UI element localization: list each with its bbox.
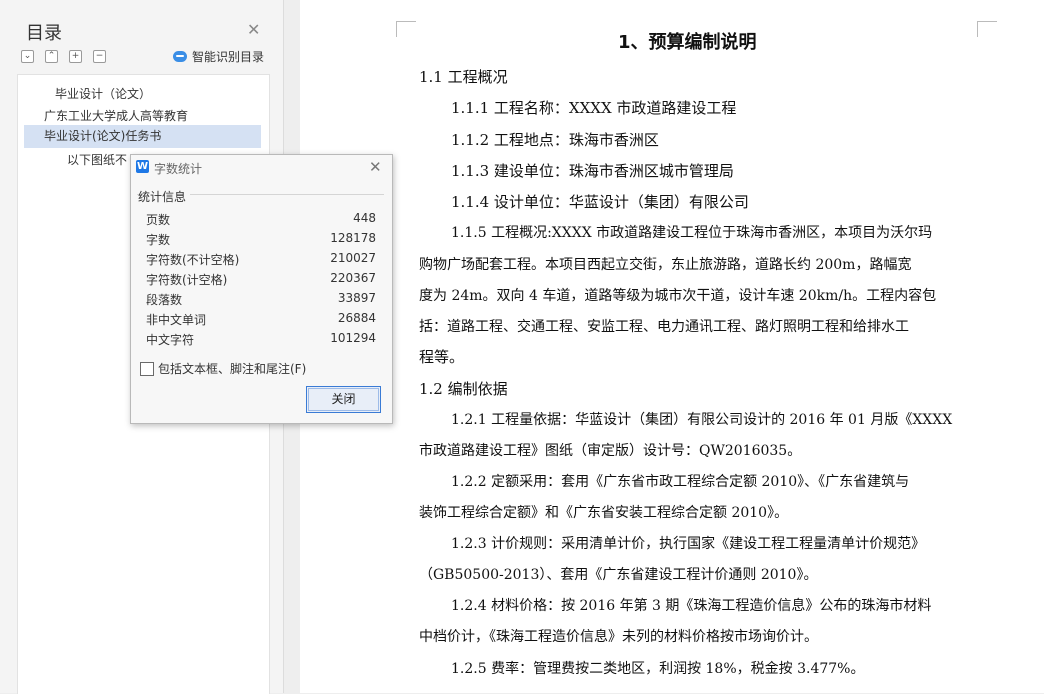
stat-label: 非中文单词 xyxy=(146,313,207,327)
stat-row: 字数 128178 xyxy=(146,231,376,251)
wps-app-icon: W xyxy=(136,160,149,173)
checkbox-label[interactable]: 包括文本框、脚注和尾注(F) xyxy=(158,360,306,377)
doc-line: 1.1.1 工程名称：XXXX 市政道路建设工程 xyxy=(451,99,737,117)
toc-item[interactable]: 毕业设计（论文） xyxy=(55,85,151,102)
stat-row: 中文字符 101294 xyxy=(146,331,376,351)
stat-label: 页数 xyxy=(146,213,171,227)
toc-item[interactable]: 以下图纸不 xyxy=(67,151,127,168)
stat-label: 字数 xyxy=(146,233,171,247)
stat-label: 段落数 xyxy=(146,293,183,307)
document-heading: 1、预算编制说明 xyxy=(618,32,757,53)
toc-item[interactable]: 广东工业大学成人高等教育 xyxy=(44,107,188,124)
stat-value: 33897 xyxy=(337,291,376,305)
stat-value: 26884 xyxy=(337,311,376,325)
close-button[interactable]: 关闭 xyxy=(306,386,381,413)
margin-mark xyxy=(977,21,978,37)
doc-line: 1.1 工程概况 xyxy=(419,68,508,86)
doc-line: 1.2.2 定额采用：套用《广东省市政工程综合定额 2010》、《广东省建筑与 xyxy=(451,474,910,490)
doc-line: 1.1.5 工程概况:XXXX 市政道路建设工程位于珠海市香洲区，本项目为沃尔玛 xyxy=(451,225,933,241)
ai-toc-icon xyxy=(173,51,187,62)
word-count-dialog: W 字数统计 ✕ 统计信息 页数 448 字数 128178 字符数(不计空格)… xyxy=(130,154,393,424)
remove-heading-icon[interactable]: − xyxy=(93,50,106,63)
doc-line: 市政道路建设工程》图纸（审定版）设计号：QW2016035。 xyxy=(419,443,802,459)
dialog-close-icon[interactable]: ✕ xyxy=(369,158,382,176)
stat-row: 字符数(不计空格) 210027 xyxy=(146,251,376,271)
doc-line: 1.2.1 工程量依据：华蓝设计（集团）有限公司设计的 2016 年 01 月版… xyxy=(451,412,953,428)
include-textbox-checkbox[interactable] xyxy=(140,362,154,376)
margin-mark xyxy=(977,21,997,22)
collapse-all-icon[interactable]: ⌄ xyxy=(21,50,34,63)
doc-line: 程等。 xyxy=(419,348,465,366)
stat-value: 101294 xyxy=(330,331,376,345)
stat-row: 段落数 33897 xyxy=(146,291,376,311)
sidebar-title: 目录 xyxy=(26,23,62,44)
doc-line: 1.1.2 工程地点：珠海市香洲区 xyxy=(451,131,659,149)
toc-item-selected[interactable]: 毕业设计(论文)任务书 xyxy=(24,125,261,148)
smart-toc-label: 智能识别目录 xyxy=(192,50,265,64)
dialog-title: 字数统计 xyxy=(154,162,203,176)
stat-value: 448 xyxy=(353,211,376,225)
doc-line: 中档价计，《珠海工程造价信息》未列的材料价格按市场询价计。 xyxy=(419,629,818,645)
expand-all-icon[interactable]: ⌃ xyxy=(45,50,58,63)
stat-label: 中文字符 xyxy=(146,333,195,347)
doc-line: 1.2.5 费率：管理费按二类地区，利润按 18%，税金按 3.477%。 xyxy=(451,661,865,677)
stat-row: 非中文单词 26884 xyxy=(146,311,376,331)
doc-line: 购物广场配套工程。本项目西起立交街，东止旅游路，道路长约 200m，路幅宽 xyxy=(419,257,912,273)
doc-line: 1.2 编制依据 xyxy=(419,380,508,398)
stat-label: 字符数(不计空格) xyxy=(146,253,240,267)
stat-row: 字符数(计空格) 220367 xyxy=(146,271,376,291)
smart-toc-button[interactable]: 智能识别目录 xyxy=(173,48,264,65)
add-heading-icon[interactable]: + xyxy=(69,50,82,63)
margin-mark xyxy=(396,21,416,22)
stat-value: 210027 xyxy=(330,251,376,265)
doc-line: 1.1.3 建设单位：珠海市香洲区城市管理局 xyxy=(451,162,734,180)
doc-line: 度为 24m。双向 4 车道，道路等级为城市次干道，设计车速 20km/h。工程… xyxy=(419,288,937,304)
section-title: 统计信息 xyxy=(138,188,191,205)
stat-value: 128178 xyxy=(330,231,376,245)
doc-line: 括：道路工程、交通工程、安监工程、电力通讯工程、路灯照明工程和给排水工 xyxy=(419,319,909,335)
doc-line: 装饰工程综合定额》和《广东省安装工程综合定额 2010》。 xyxy=(419,505,789,521)
stat-label: 字符数(计空格) xyxy=(146,273,228,287)
doc-line: （GB50500-2013）、套用《广东省建设工程计价通则 2010》。 xyxy=(419,567,818,583)
close-icon[interactable]: ✕ xyxy=(247,20,260,39)
stat-value: 220367 xyxy=(330,271,376,285)
doc-line: 1.2.4 材料价格：按 2016 年第 3 期《珠海工程造价信息》公布的珠海市… xyxy=(451,598,932,614)
stat-row: 页数 448 xyxy=(146,211,376,231)
doc-line: 1.1.4 设计单位：华蓝设计（集团）有限公司 xyxy=(451,193,749,211)
document-page[interactable]: 1、预算编制说明 1.1 工程概况 1.1.1 工程名称：XXXX 市政道路建设… xyxy=(300,0,1044,693)
doc-line: 1.2.3 计价规则：采用清单计价，执行国家《建设工程工程量清单计价规范》 xyxy=(451,536,926,552)
margin-mark xyxy=(396,21,397,37)
